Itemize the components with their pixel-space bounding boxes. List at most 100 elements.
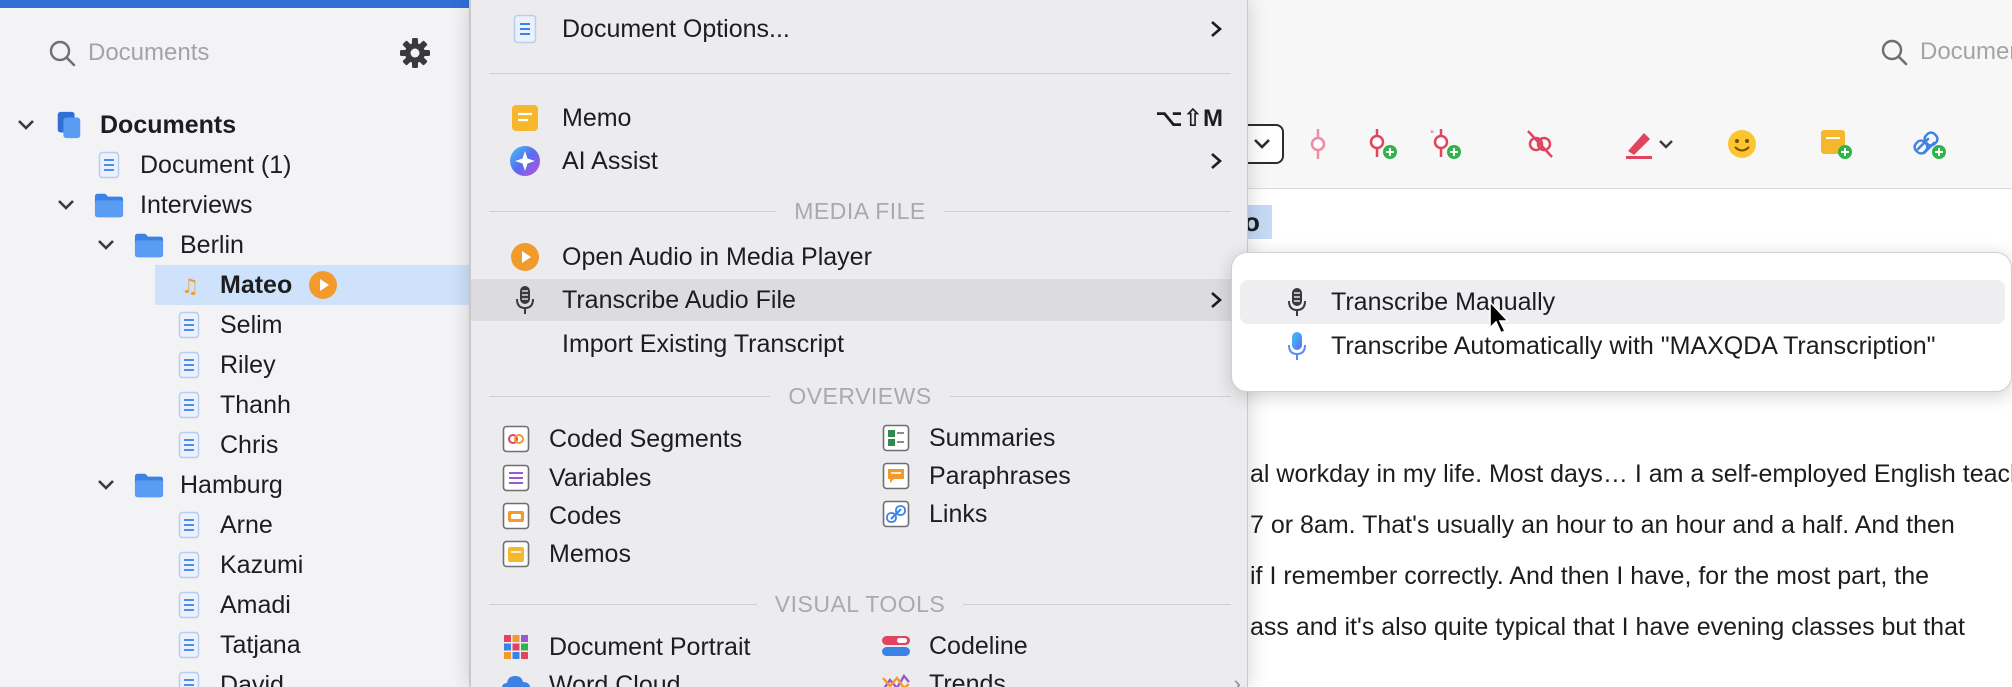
- chevron-down-icon[interactable]: [94, 473, 118, 497]
- document-system-panel: Documents Documents Document (1) Interview…: [0, 0, 470, 687]
- menu-item-summaries[interactable]: Summaries: [881, 419, 1055, 457]
- menu-item-codeline[interactable]: Codeline: [881, 627, 1028, 665]
- tree-item-riley[interactable]: Riley: [0, 345, 469, 385]
- tree-item-label: Selim: [220, 310, 283, 339]
- tree-item-interviews[interactable]: Interviews: [0, 185, 469, 225]
- new-memo-icon[interactable]: [1818, 126, 1854, 162]
- audio-document-icon: ♫: [174, 270, 204, 300]
- text-document-icon: [174, 550, 204, 580]
- highlighter-icon[interactable]: [1620, 126, 1680, 162]
- tree-item-mateo[interactable]: ♫ Mateo: [155, 265, 469, 305]
- tree-item-kazumi[interactable]: Kazumi: [0, 545, 469, 585]
- gear-icon[interactable]: [398, 36, 432, 70]
- menu-item-document-options[interactable]: Document Options...: [471, 8, 1249, 50]
- remove-code-icon[interactable]: [1522, 126, 1558, 162]
- menu-item-transcribe-audio[interactable]: Transcribe Audio File: [471, 279, 1249, 321]
- chevron-right-icon: [1209, 19, 1223, 39]
- text-document-icon: [174, 430, 204, 460]
- tree-item-david[interactable]: David: [0, 665, 469, 687]
- new-link-icon[interactable]: [1912, 126, 1948, 162]
- tree-item-arne[interactable]: Arne: [0, 505, 469, 545]
- document-text-line: 7 or 8am. That's usually an hour to an h…: [1250, 511, 1955, 539]
- play-circle-icon: [509, 241, 541, 273]
- document-portrait-icon: [501, 632, 531, 662]
- paraphrases-icon: [881, 461, 911, 491]
- tree-item-label: Document (1): [140, 150, 292, 179]
- menu-item-links[interactable]: Links: [881, 495, 987, 533]
- menu-item-import-transcript[interactable]: Import Existing Transcript: [471, 323, 1249, 365]
- code-pin-icon[interactable]: [1300, 126, 1336, 162]
- menu-item-ai-assist[interactable]: AI Assist: [471, 140, 1249, 182]
- coded-segments-icon: [501, 424, 531, 454]
- menu-item-trends[interactable]: Trends ›: [881, 665, 1241, 687]
- context-menu: Document Options... Memo ⌥⇧M AI Assist M…: [470, 0, 1249, 687]
- search-placeholder: Documents: [88, 39, 210, 66]
- tree-item-hamburg[interactable]: Hamburg: [0, 465, 469, 505]
- document-text-line: if I remember correctly. And then I have…: [1250, 562, 1930, 590]
- submenu-item-transcribe-automatically[interactable]: Transcribe Automatically with "MAXQDA Tr…: [1240, 324, 2005, 368]
- menu-item-memo[interactable]: Memo ⌥⇧M: [471, 97, 1249, 139]
- section-header-visual-tools: VISUAL TOOLS: [471, 589, 1249, 619]
- chevron-down-icon[interactable]: [14, 113, 38, 137]
- text-document-icon: [174, 350, 204, 380]
- tree-item-label: Mateo: [220, 270, 293, 299]
- tree-item-label: Interviews: [140, 190, 253, 219]
- tree-item-berlin[interactable]: Berlin: [0, 225, 469, 265]
- chevron-right-icon: ›: [1233, 671, 1241, 687]
- tree-item-selim[interactable]: Selim: [0, 305, 469, 345]
- tree-item-label: Tatjana: [220, 630, 301, 659]
- text-document-icon: [174, 510, 204, 540]
- memo-icon: [509, 102, 541, 134]
- document-browser-search[interactable]: Documents: [1880, 38, 2012, 66]
- tree-item-label: Chris: [220, 430, 279, 459]
- tree-item-amadi[interactable]: Amadi: [0, 585, 469, 625]
- text-document-icon: [174, 310, 204, 340]
- summaries-icon: [881, 423, 911, 453]
- trends-icon: [881, 669, 911, 687]
- code-in-vivo-icon[interactable]: ": [1428, 126, 1464, 162]
- codeline-icon: [881, 631, 911, 661]
- emoticode-icon[interactable]: [1724, 126, 1760, 162]
- submenu-item-transcribe-manually[interactable]: Transcribe Manually: [1240, 280, 2005, 324]
- tree-item-label: Arne: [220, 510, 273, 539]
- document-text-line: al workday in my life. Most days… I am a…: [1250, 460, 2012, 488]
- menu-divider: [489, 73, 1231, 74]
- menu-item-document-portrait[interactable]: Document Portrait: [501, 628, 750, 666]
- tree-item-tatjana[interactable]: Tatjana: [0, 625, 469, 665]
- tree-item-label: Riley: [220, 350, 276, 379]
- tree-item-chris[interactable]: Chris: [0, 425, 469, 465]
- document-tree: Documents Document (1) Interviews Berlin ♫ Ma…: [0, 105, 469, 687]
- menu-item-coded-segments[interactable]: Coded Segments: [501, 420, 742, 458]
- links-icon: [881, 499, 911, 529]
- transcribe-submenu: Transcribe Manually Transcribe Automatic…: [1231, 252, 2012, 392]
- tree-item-thanh[interactable]: Thanh: [0, 385, 469, 425]
- chevron-down-icon[interactable]: [54, 193, 78, 217]
- menu-item-word-cloud[interactable]: Word Cloud: [501, 666, 681, 687]
- code-new-icon[interactable]: [1364, 126, 1400, 162]
- folder-icon: [134, 470, 164, 500]
- tree-item-label: Thanh: [220, 390, 291, 419]
- chevron-right-icon: [1209, 151, 1223, 171]
- svg-text:": ": [1430, 130, 1434, 140]
- menu-item-variables[interactable]: Variables: [501, 459, 651, 497]
- text-document-icon: [174, 390, 204, 420]
- play-badge-icon[interactable]: [308, 270, 338, 300]
- menu-item-memos[interactable]: Memos: [501, 535, 631, 573]
- folder-icon: [134, 230, 164, 260]
- document-search[interactable]: Documents: [48, 38, 209, 68]
- menu-item-codes[interactable]: Codes: [501, 497, 621, 535]
- menu-item-open-audio[interactable]: Open Audio in Media Player: [471, 236, 1249, 278]
- tree-item-label: Berlin: [180, 230, 244, 259]
- ai-microphone-icon: [1282, 330, 1312, 362]
- tree-item-documents[interactable]: Documents: [0, 105, 469, 145]
- chevron-down-icon[interactable]: [94, 233, 118, 257]
- tree-item-document-1[interactable]: Document (1): [0, 145, 469, 185]
- menu-item-paraphrases[interactable]: Paraphrases: [881, 457, 1071, 495]
